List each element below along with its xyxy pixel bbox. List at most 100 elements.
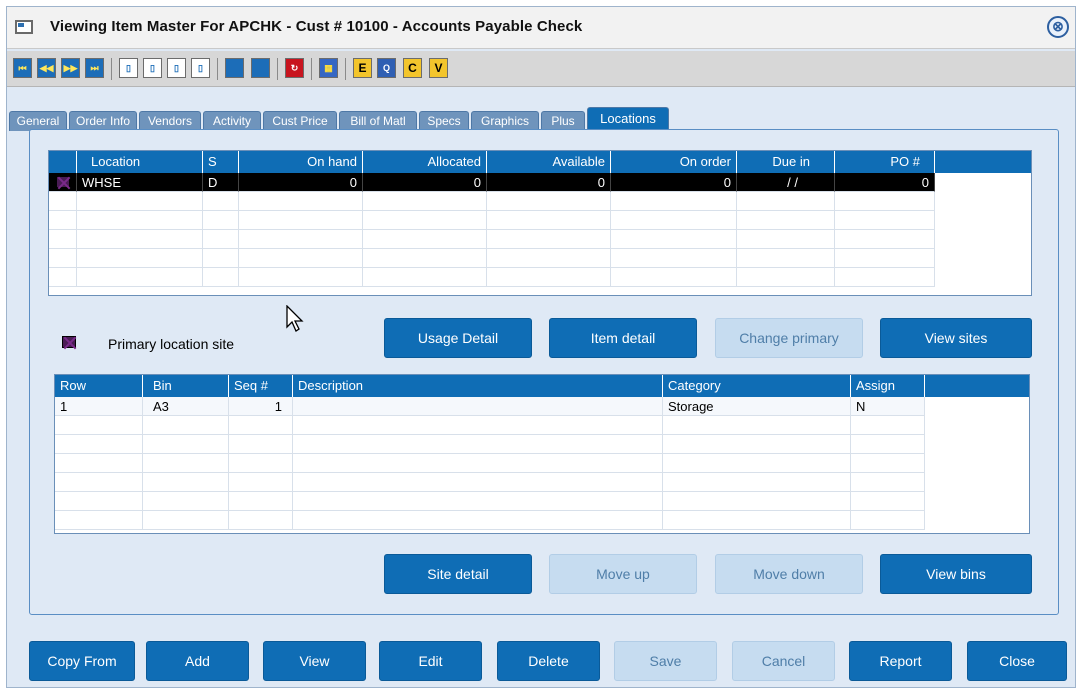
- view-bins-button[interactable]: View bins: [880, 554, 1032, 594]
- empty-cell: [851, 492, 925, 511]
- table-row[interactable]: 1 A3 1 Storage N: [55, 397, 925, 416]
- move-up-button[interactable]: Move up: [549, 554, 697, 594]
- empty-cell: [239, 230, 363, 249]
- tab-cust-price[interactable]: Cust Price: [263, 111, 337, 131]
- first-record-icon[interactable]: ⏮: [13, 58, 32, 78]
- move-down-button[interactable]: Move down: [715, 554, 863, 594]
- change-primary-button[interactable]: Change primary: [715, 318, 863, 358]
- table-row-empty: [49, 268, 935, 287]
- empty-cell: [55, 473, 143, 492]
- toolbar-separator: [217, 58, 218, 80]
- tab-specs[interactable]: Specs: [419, 111, 469, 131]
- table-row[interactable]: WHSE D 0 0 0 0 / / 0: [49, 173, 935, 192]
- next-record-icon[interactable]: ▶▶: [61, 58, 80, 78]
- tab-bill-of-matl[interactable]: Bill of Matl: [339, 111, 417, 131]
- toolbar-separator: [111, 58, 112, 80]
- empty-cell: [737, 249, 835, 268]
- letter-c-icon[interactable]: C: [403, 58, 422, 78]
- column-header-description[interactable]: Description: [293, 375, 663, 397]
- close-button[interactable]: Close: [967, 641, 1067, 681]
- tab-locations[interactable]: Locations: [587, 107, 669, 131]
- column-header-allocated[interactable]: Allocated: [363, 151, 487, 173]
- bins-grid[interactable]: Row Bin Seq # Description Category Assig…: [54, 374, 1030, 534]
- locations-grid[interactable]: Location S On hand Allocated Available O…: [48, 150, 1032, 296]
- delete-button[interactable]: Delete: [497, 641, 600, 681]
- cell-po-number: 0: [835, 173, 935, 192]
- refresh-icon[interactable]: ↻: [285, 58, 304, 78]
- report-button[interactable]: Report: [849, 641, 952, 681]
- copy-document-icon[interactable]: ▯: [143, 58, 162, 78]
- cell-available: 0: [487, 173, 611, 192]
- empty-cell: [49, 192, 77, 211]
- tab-activity[interactable]: Activity: [203, 111, 261, 131]
- empty-cell: [487, 268, 611, 287]
- letter-e-icon[interactable]: E: [353, 58, 372, 78]
- empty-cell: [293, 511, 663, 530]
- empty-cell: [835, 211, 935, 230]
- empty-cell: [203, 192, 239, 211]
- view-sites-button[interactable]: View sites: [880, 318, 1032, 358]
- new-document-icon[interactable]: ▯: [119, 58, 138, 78]
- edit-document-icon[interactable]: ▯: [167, 58, 186, 78]
- close-window-icon[interactable]: ⊗: [1047, 16, 1069, 38]
- tab-general[interactable]: General: [9, 111, 67, 131]
- column-header-available[interactable]: Available: [487, 151, 611, 173]
- column-header-po-number[interactable]: PO #: [835, 151, 935, 173]
- empty-cell: [737, 211, 835, 230]
- blue-action-2-icon[interactable]: [251, 58, 270, 78]
- delete-document-icon[interactable]: ▯: [191, 58, 210, 78]
- cell-location: WHSE: [77, 173, 203, 192]
- empty-cell: [737, 268, 835, 287]
- empty-cell: [487, 211, 611, 230]
- usage-detail-button[interactable]: Usage Detail: [384, 318, 532, 358]
- column-header-location[interactable]: Location: [77, 151, 203, 173]
- edit-button[interactable]: Edit: [379, 641, 482, 681]
- tab-order-info[interactable]: Order Info: [69, 111, 137, 131]
- column-header-seq[interactable]: Seq #: [229, 375, 293, 397]
- add-button[interactable]: Add: [146, 641, 249, 681]
- site-detail-button[interactable]: Site detail: [384, 554, 532, 594]
- row-indicator-header: [49, 151, 77, 173]
- empty-cell: [229, 473, 293, 492]
- column-header-bin[interactable]: Bin: [143, 375, 229, 397]
- cell-row: 1: [55, 397, 143, 416]
- cancel-button[interactable]: Cancel: [732, 641, 835, 681]
- table-row-empty: [55, 473, 925, 492]
- copy-from-button[interactable]: Copy From: [29, 641, 135, 681]
- empty-cell: [363, 230, 487, 249]
- column-header-on-order[interactable]: On order: [611, 151, 737, 173]
- view-button[interactable]: View: [263, 641, 366, 681]
- empty-cell: [55, 492, 143, 511]
- mouse-pointer-icon: [286, 305, 304, 332]
- empty-cell: [77, 192, 203, 211]
- letter-v-icon[interactable]: V: [429, 58, 448, 78]
- table-row-empty: [49, 249, 935, 268]
- table-row-empty: [49, 211, 935, 230]
- empty-cell: [851, 473, 925, 492]
- blue-action-1-icon[interactable]: [225, 58, 244, 78]
- empty-cell: [663, 511, 851, 530]
- table-row-empty: [49, 230, 935, 249]
- last-record-icon[interactable]: ⏭: [85, 58, 104, 78]
- tab-graphics[interactable]: Graphics: [471, 111, 539, 131]
- column-header-s[interactable]: S: [203, 151, 239, 173]
- column-header-row[interactable]: Row: [55, 375, 143, 397]
- column-header-assign[interactable]: Assign: [851, 375, 925, 397]
- item-detail-button[interactable]: Item detail: [549, 318, 697, 358]
- cell-on-hand: 0: [239, 173, 363, 192]
- column-header-due-in[interactable]: Due in: [737, 151, 835, 173]
- previous-record-icon[interactable]: ◀◀: [37, 58, 56, 78]
- empty-cell: [77, 268, 203, 287]
- table-row-empty: [55, 435, 925, 454]
- column-header-on-hand[interactable]: On hand: [239, 151, 363, 173]
- lookup-icon[interactable]: Q: [377, 58, 396, 78]
- tab-vendors[interactable]: Vendors: [139, 111, 201, 131]
- empty-cell: [363, 249, 487, 268]
- window-title: Viewing Item Master For APCHK - Cust # 1…: [50, 18, 583, 35]
- chart-icon[interactable]: ▦: [319, 58, 338, 78]
- empty-cell: [143, 435, 229, 454]
- tab-plus[interactable]: Plus: [541, 111, 585, 131]
- save-button[interactable]: Save: [614, 641, 717, 681]
- empty-cell: [663, 416, 851, 435]
- column-header-category[interactable]: Category: [663, 375, 851, 397]
